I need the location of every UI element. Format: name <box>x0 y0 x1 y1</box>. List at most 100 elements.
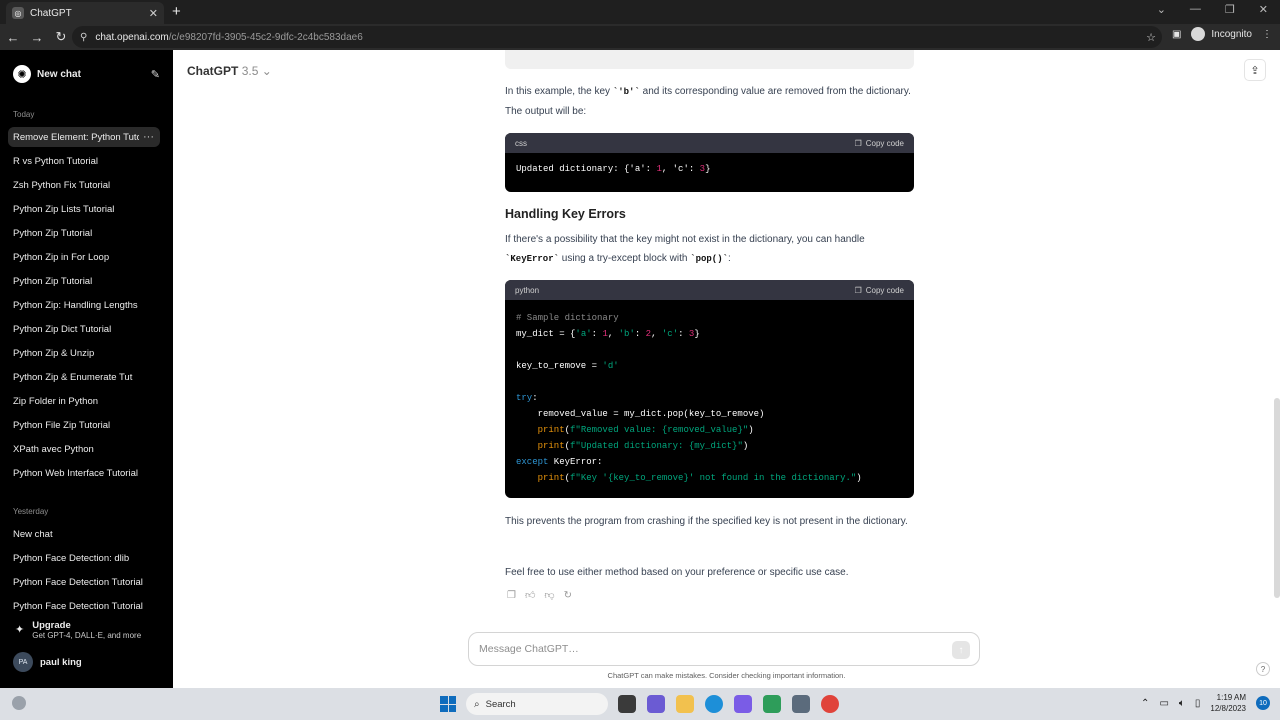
sidebar-chat-item[interactable]: XPath avec Python <box>8 439 160 459</box>
sidebar-chat-item[interactable]: Python Zip Tutorial <box>8 271 160 291</box>
user-menu[interactable]: PA paul king <box>13 652 82 672</box>
edit-icon[interactable]: ✎ <box>151 68 160 81</box>
browser-menu-icon[interactable]: ⋮ <box>1262 29 1272 40</box>
new-chat-button[interactable]: ✺ New chat ✎ <box>8 62 160 86</box>
chat-title: New chat <box>13 528 53 540</box>
bookmark-star-icon[interactable]: ☆ <box>1146 31 1156 44</box>
sidebar-chat-item[interactable]: Python Zip & Unzip <box>8 343 160 363</box>
back-arrow-icon[interactable]: ← <box>2 30 24 45</box>
chevron-down-icon[interactable]: ⌄ <box>1157 3 1166 16</box>
edge-browser-icon[interactable] <box>705 695 723 713</box>
new-tab-button[interactable]: + <box>172 3 181 20</box>
sidebar-chat-item[interactable]: Python Zip in For Loop <box>8 247 160 267</box>
maximize-icon[interactable]: ❐ <box>1225 3 1235 16</box>
address-bar[interactable]: ⚲ chat.openai.com/c/e98207fd-3905-45c2-9… <box>72 26 1162 48</box>
chat-title: XPath avec Python <box>13 443 94 455</box>
help-button[interactable]: ? <box>1256 662 1270 676</box>
message-actions: ❐ 👍︎ 👎︎ ↻ <box>507 586 572 605</box>
sidebar-chat-item[interactable]: Python File Zip Tutorial <box>8 415 160 435</box>
sidebar-chat-item[interactable]: Python Face Detection Tutorial <box>8 596 160 616</box>
copy-icon[interactable]: ❐ <box>507 586 516 605</box>
chat-title: Python Face Detection Tutorial <box>13 600 143 612</box>
sidebar-chat-item[interactable]: Python Face Detection Tutorial <box>8 572 160 592</box>
forward-arrow-icon[interactable]: → <box>26 30 48 45</box>
scrollbar[interactable] <box>1274 398 1280 598</box>
sidebar-chat-item[interactable]: Zsh Python Fix Tutorial <box>8 175 160 195</box>
app-icon[interactable] <box>792 695 810 713</box>
code-header: css ❐ Copy code <box>505 133 914 153</box>
thumbs-down-icon[interactable]: 👎︎ <box>544 586 554 605</box>
text: If there's a possibility that the key mi… <box>505 234 865 245</box>
system-tray: ⌃ ▭ 🔈︎ ▯ 1:19 AM 12/8/2023 10 <box>1141 692 1270 714</box>
sidebar-chat-item[interactable]: Python Zip Dict Tutorial <box>8 319 160 339</box>
minimize-icon[interactable]: — <box>1190 3 1201 16</box>
chat-title: Python Zip Tutorial <box>13 275 93 287</box>
sidebar-chat-item[interactable]: R vs Python Tutorial <box>8 151 160 171</box>
sidebar-chat-item[interactable]: Python Zip & Enumerate Tut <box>8 367 160 387</box>
chat-title: Python Web Interface Tutorial <box>13 467 138 479</box>
browser-tab[interactable]: ◎ ChatGPT ✕ <box>6 2 164 24</box>
clock[interactable]: 1:19 AM 12/8/2023 <box>1210 692 1246 714</box>
reload-icon[interactable]: ↻ <box>50 29 72 45</box>
regenerate-icon[interactable]: ↻ <box>564 586 572 605</box>
app-icon[interactable] <box>734 695 752 713</box>
window-controls: ⌄ — ❐ ✕ <box>1157 3 1268 16</box>
send-button[interactable]: ↑ <box>952 641 970 659</box>
incognito-badge[interactable]: Incognito <box>1191 27 1252 41</box>
paragraph: If there's a possibility that the key mi… <box>505 230 914 269</box>
more-options-icon[interactable]: ··· <box>139 131 154 143</box>
tab-close-icon[interactable]: ✕ <box>149 7 158 20</box>
sidebar: ✺ New chat ✎ Today Remove Element: Pytho… <box>0 50 173 688</box>
close-window-icon[interactable]: ✕ <box>1259 3 1268 16</box>
url-text: chat.openai.com/c/e98207fd-3905-45c2-9df… <box>95 32 362 43</box>
text: In this example, the key <box>505 86 613 97</box>
battery-icon[interactable]: ▯ <box>1195 698 1201 709</box>
sidebar-chat-item[interactable]: Python Zip: Handling Lengths <box>8 295 160 315</box>
share-button[interactable]: ⇪ <box>1244 59 1266 81</box>
sidebar-chat-item[interactable]: Python Face Detection: dlib <box>8 548 160 568</box>
model-selector[interactable]: ChatGPT 3.5 ⌄ <box>187 64 272 78</box>
taskbar-search[interactable]: ⌕ Search <box>466 693 608 715</box>
clipboard-icon: ❐ <box>854 138 862 148</box>
url-host: chat.openai.com <box>95 31 169 43</box>
sidebar-chat-item[interactable]: New chat <box>8 524 160 544</box>
browser-actions: ▣ Incognito ⋮ <box>1172 27 1272 41</box>
taskbar: ⌕ Search ⌃ ▭ 🔈︎ ▯ 1:19 AM 12/8/2023 10 <box>0 688 1280 720</box>
text: : <box>728 253 731 264</box>
file-explorer-icon[interactable] <box>676 695 694 713</box>
chevron-up-icon[interactable]: ⌃ <box>1141 698 1149 709</box>
chrome-browser-icon[interactable] <box>821 695 839 713</box>
model-version: 3.5 <box>241 64 259 78</box>
sidebar-chat-item[interactable]: Python Zip Lists Tutorial <box>8 199 160 219</box>
widgets-icon[interactable] <box>12 696 26 710</box>
time: 1:19 AM <box>1216 693 1246 702</box>
chat-title: R vs Python Tutorial <box>13 155 99 167</box>
sidebar-chat-item[interactable]: Python Zip Tutorial <box>8 223 160 243</box>
sidepanel-icon[interactable]: ▣ <box>1172 29 1181 40</box>
upgrade-button[interactable]: ✦ Upgrade Get GPT-4, DALL·E, and more <box>13 620 141 640</box>
message-input[interactable]: Message ChatGPT… ↑ <box>468 632 980 666</box>
windows-start-icon[interactable] <box>440 696 456 712</box>
today-label: Today <box>13 110 35 119</box>
share-icon: ⇪ <box>1250 64 1260 77</box>
copy-code-button[interactable]: ❐ Copy code <box>855 134 904 153</box>
copy-label: Copy code <box>865 285 904 295</box>
chat-title: Python Zip & Enumerate Tut <box>13 371 133 383</box>
volume-icon[interactable]: 🔈︎ <box>1179 698 1185 709</box>
task-view-icon[interactable] <box>618 695 636 713</box>
thumbs-up-icon[interactable]: 👍︎ <box>525 586 535 605</box>
chat-title: Python Zip: Handling Lengths <box>13 299 138 311</box>
site-info-icon[interactable]: ⚲ <box>80 32 87 43</box>
network-icon[interactable]: ▭ <box>1159 698 1168 709</box>
copy-code-button[interactable]: ❐ Copy code <box>855 281 904 300</box>
app-icon[interactable] <box>763 695 781 713</box>
code-header: python ❐ Copy code <box>505 280 914 300</box>
sidebar-chat-item[interactable]: Remove Element: Python Tuto ··· <box>8 127 160 147</box>
sidebar-chat-item[interactable]: Python Web Interface Tutorial <box>8 463 160 483</box>
inline-code: `KeyError` <box>505 254 560 264</box>
notification-badge[interactable]: 10 <box>1256 696 1270 710</box>
model-name: ChatGPT <box>187 64 239 78</box>
sidebar-chat-item[interactable]: Zip Folder in Python <box>8 391 160 411</box>
chat-title: Python Zip & Unzip <box>13 347 95 359</box>
chat-app-icon[interactable] <box>647 695 665 713</box>
